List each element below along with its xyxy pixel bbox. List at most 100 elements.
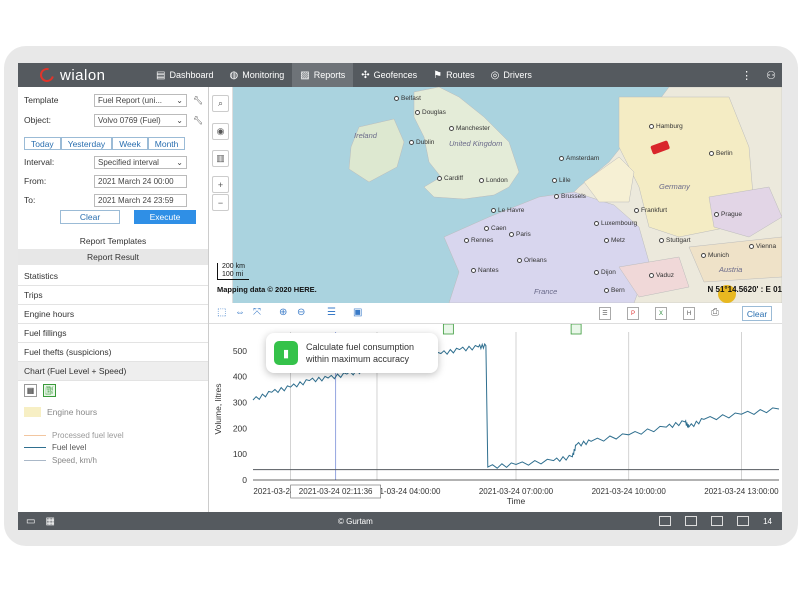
wrench-icon[interactable]: 🔧︎ — [193, 116, 203, 125]
clear-button[interactable]: Clear — [60, 210, 120, 224]
result-item-trips[interactable]: Trips — [18, 286, 208, 305]
from-row: From: 2021 March 24 00:00 — [24, 174, 187, 188]
month-button[interactable]: Month — [147, 137, 186, 150]
legend-label: Fuel level — [52, 443, 87, 453]
map-view[interactable]: ⌕ ◉ ▥ + − Belfast Douglas Manchester Dub… — [209, 87, 782, 303]
result-item-statistics[interactable]: Statistics — [18, 267, 208, 286]
legend-item[interactable]: Speed, km/h — [24, 454, 124, 467]
to-value: 2021 March 24 23:59 — [98, 195, 174, 205]
user-icon[interactable]: ⚇ — [766, 69, 776, 82]
today-button[interactable]: Today — [24, 137, 61, 150]
city-label: Stuttgart — [659, 237, 691, 244]
table-icon[interactable]: ▦ — [24, 384, 37, 397]
map-layers-icon[interactable]: ▥ — [212, 150, 229, 167]
eye-icon[interactable]: ◉ — [212, 123, 229, 140]
fit-icon[interactable]: ⤧ — [253, 307, 261, 318]
pdf-icon[interactable]: P — [627, 307, 639, 320]
wrench-icon[interactable]: 🔧︎ — [193, 96, 203, 105]
nav-reports[interactable]: ▨ Reports — [292, 63, 354, 87]
select-area-icon[interactable]: ⬚ — [217, 307, 226, 318]
image-icon[interactable] — [711, 516, 724, 526]
nav-drivers[interactable]: ◎ Drivers — [483, 63, 540, 87]
nav-label: Reports — [313, 70, 346, 80]
nav-dashboard[interactable]: ▤ Dashboard — [148, 63, 221, 87]
legend-item[interactable]: Fuel level — [24, 442, 124, 455]
driver-icon: ◎ — [490, 69, 500, 81]
interval-row: Interval: Specified interval ⌄ — [24, 155, 187, 169]
chart-clear-button[interactable]: Clear — [742, 306, 772, 321]
country-label: France — [534, 287, 558, 296]
from-field[interactable]: 2021 March 24 00:00 — [94, 174, 187, 188]
execute-button[interactable]: Execute — [134, 210, 196, 224]
to-label: To: — [24, 195, 36, 205]
chart-zoom-in-icon[interactable]: ⊕ — [279, 307, 287, 318]
nav-monitoring[interactable]: ◍ Monitoring — [221, 63, 292, 87]
city-label: Douglas — [415, 109, 446, 116]
result-item-engine-hours[interactable]: Engine hours — [18, 305, 208, 324]
legend-label: Speed, km/h — [52, 455, 97, 465]
list-icon[interactable]: ☰ — [327, 307, 336, 318]
y-axis-label: Volume, litres — [213, 383, 223, 434]
scale-mi: 100 mi — [222, 271, 244, 278]
feature-tooltip: ▮ Calculate fuel consumption within maxim… — [266, 333, 438, 373]
city-label: Manchester — [449, 125, 490, 132]
yesterday-button[interactable]: Yesterday — [60, 137, 113, 150]
city-label: Frankfurt — [634, 207, 667, 214]
city-label: Luxembourg — [594, 220, 637, 227]
report-templates-header[interactable]: Report Templates — [18, 233, 208, 249]
tooltip-line-2: within maximum accuracy — [306, 354, 410, 364]
zoom-in-icon[interactable]: + — [212, 176, 229, 193]
object-value: Volvo 0769 (Fuel) — [98, 115, 161, 125]
chart-zoom-out-icon[interactable]: ⊖ — [297, 307, 305, 318]
map-scale: 200 km 100 mi — [217, 263, 249, 280]
legend-line — [24, 447, 46, 449]
interval-select[interactable]: Specified interval ⌄ — [94, 155, 187, 169]
y-tick-label: 300 — [233, 398, 247, 408]
template-select[interactable]: Fuel Report (uni... ⌄ — [94, 93, 187, 107]
week-button[interactable]: Week — [112, 137, 148, 150]
html-icon[interactable]: H — [683, 307, 695, 320]
country-label: Austria — [719, 265, 743, 274]
city-label: Cardiff — [437, 175, 463, 182]
object-label: Object: — [24, 115, 51, 125]
bar-chart-icon: ▤ — [156, 69, 166, 81]
wialon-logo[interactable]: wialon — [18, 63, 148, 87]
panel-toggle-icon[interactable]: ▭ — [26, 516, 35, 527]
globe-icon: ◍ — [229, 69, 239, 81]
markers-icon[interactable]: ▣ — [353, 307, 362, 318]
chart-legend: Processed fuel level Fuel level Speed, k… — [24, 429, 124, 467]
fuel-pump-icon[interactable]: ⛽︎ — [43, 384, 56, 397]
legend-label: Engine hours — [47, 407, 98, 417]
table-export-icon[interactable]: ☰ — [599, 307, 611, 320]
to-field[interactable]: 2021 March 24 23:59 — [94, 193, 187, 207]
y-tick-label: 500 — [233, 346, 247, 356]
country-label: Ireland — [354, 131, 377, 140]
legend-line — [24, 434, 46, 436]
from-value: 2021 March 24 00:00 — [98, 176, 174, 186]
notification-icon[interactable] — [737, 516, 750, 526]
more-menu-icon[interactable]: ⋮ — [741, 69, 752, 82]
nav-geofences[interactable]: ✣ Geofences — [353, 63, 425, 87]
tooltip-line-1: Calculate fuel consumption — [306, 342, 415, 352]
template-value: Fuel Report (uni... — [98, 95, 163, 105]
result-item-chart[interactable]: Chart (Fuel Level + Speed) — [18, 362, 208, 381]
logo-icon — [37, 65, 57, 85]
grid-icon[interactable]: ▦ — [45, 516, 54, 527]
legend-item[interactable]: Processed fuel level — [24, 429, 124, 442]
monitor-icon[interactable] — [685, 516, 698, 526]
zoom-out-icon[interactable]: − — [212, 194, 229, 211]
fuel-event-marker — [442, 323, 454, 335]
result-item-fuel-fillings[interactable]: Fuel fillings — [18, 324, 208, 343]
zoom-x-icon[interactable]: ⇔ — [235, 307, 245, 318]
result-item-fuel-thefts[interactable]: Fuel thefts (suspicions) — [18, 343, 208, 362]
message-icon[interactable] — [659, 516, 672, 526]
nav-routes[interactable]: ⚑ Routes — [425, 63, 483, 87]
template-label: Template — [24, 95, 59, 105]
excel-icon[interactable]: X — [655, 307, 667, 320]
engine-hours-legend[interactable]: Engine hours — [24, 407, 97, 417]
object-select[interactable]: Volvo 0769 (Fuel) ⌄ — [94, 113, 187, 127]
print-icon[interactable]: ⎙ — [711, 307, 719, 318]
search-icon[interactable]: ⌕ — [212, 95, 229, 112]
city-label: Dublin — [409, 139, 434, 146]
legend-line — [24, 459, 46, 461]
